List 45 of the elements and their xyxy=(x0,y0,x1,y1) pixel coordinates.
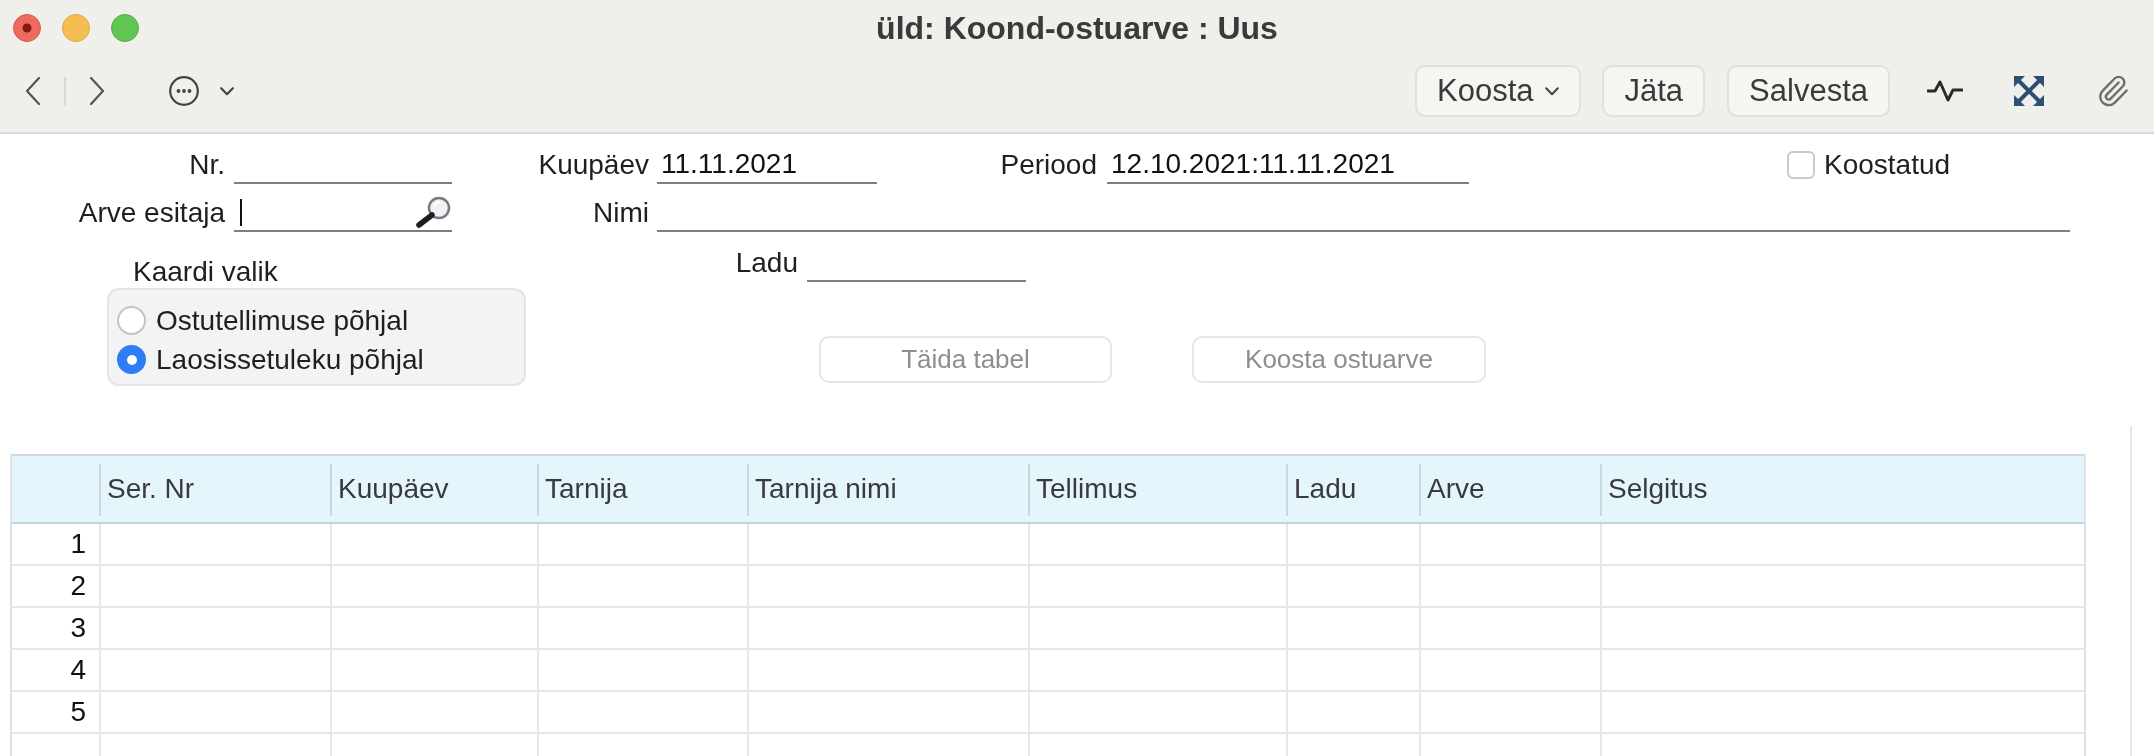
paperclip-icon[interactable] xyxy=(2096,74,2130,108)
input-field[interactable]: 11.11.2021 xyxy=(657,146,877,184)
field-label: Ladu xyxy=(735,246,798,280)
radio-button[interactable] xyxy=(117,306,146,335)
column-header: Ser. Nr xyxy=(99,456,330,522)
forward-icon[interactable] xyxy=(89,76,105,106)
caret-icon[interactable] xyxy=(220,86,234,96)
column-header: Tarnija nimi xyxy=(747,456,1028,522)
row-number: 4 xyxy=(69,653,87,687)
row-number: 1 xyxy=(69,527,87,561)
column-header: Ladu xyxy=(1286,456,1419,522)
expand-icon[interactable] xyxy=(2014,76,2044,106)
column-header: Arve xyxy=(1419,456,1600,522)
field-label: Kuupäev xyxy=(538,148,649,182)
field-label: Nr. xyxy=(189,148,225,182)
row-number: 5 xyxy=(69,695,87,729)
group-title: Kaardi valik xyxy=(133,256,278,288)
dropdown-button[interactable]: Koosta xyxy=(1414,65,1582,117)
column-header: Tarnija xyxy=(537,456,747,522)
minimize-button[interactable] xyxy=(62,14,90,42)
field-label: Nimi xyxy=(593,196,649,230)
column-header: Selgitus xyxy=(1600,456,2084,522)
column-header: Kuupäev xyxy=(330,456,537,522)
window-title: üld: Koond-ostuarve : Uus xyxy=(876,9,1278,47)
field-label: Arve esitaja xyxy=(78,196,225,230)
checkbox-label[interactable]: Koostatud xyxy=(1824,148,1951,182)
search-icon[interactable] xyxy=(414,196,452,228)
toolbar-button[interactable]: Salvesta xyxy=(1727,65,1890,117)
row-number: 3 xyxy=(69,611,87,645)
more-icon[interactable] xyxy=(169,76,199,106)
row-number: 2 xyxy=(69,569,87,603)
close-button[interactable] xyxy=(13,14,41,42)
column-header: Tellimus xyxy=(1028,456,1286,522)
radio-label[interactable]: Laosissetuleku põhjal xyxy=(156,342,424,377)
back-icon[interactable] xyxy=(25,76,41,106)
pulse-icon[interactable] xyxy=(1927,79,1963,103)
field-label: Periood xyxy=(1000,148,1097,182)
input-field[interactable]: 12.10.2021:11.11.2021 xyxy=(1107,146,1469,184)
radio-label[interactable]: Ostutellimuse põhjal xyxy=(156,303,409,338)
checkbox[interactable] xyxy=(1787,151,1815,179)
toolbar-button[interactable]: Jäta xyxy=(1602,65,1706,117)
radio-button[interactable] xyxy=(117,345,146,374)
caret-icon xyxy=(1545,86,1560,96)
zoom-button[interactable] xyxy=(111,14,139,42)
input-field[interactable] xyxy=(234,194,452,232)
